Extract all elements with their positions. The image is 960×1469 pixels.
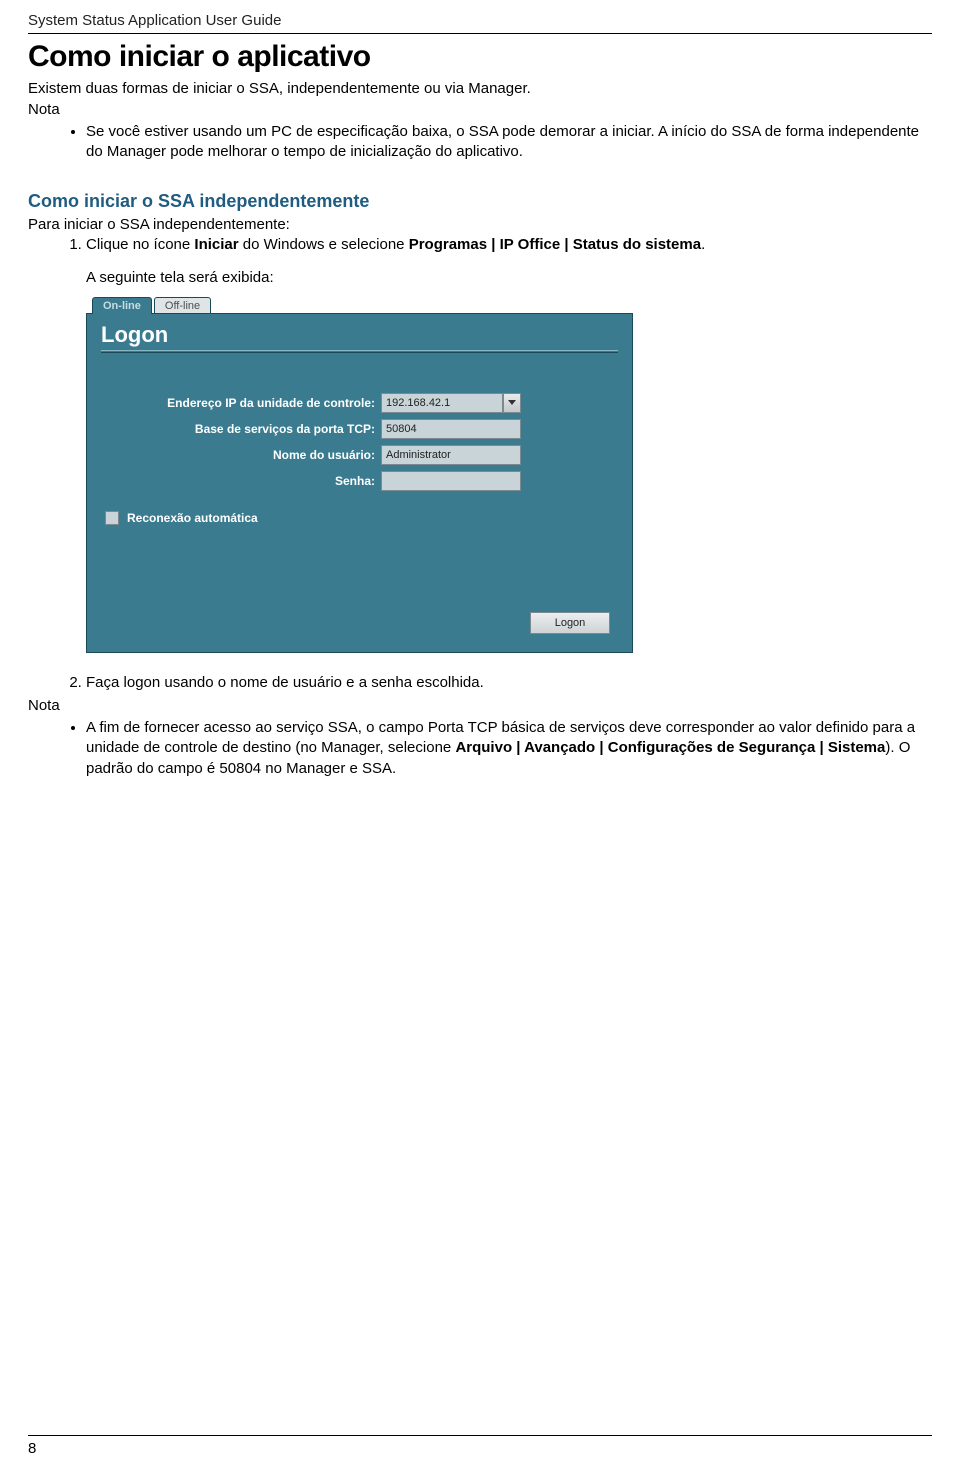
doc-header: System Status Application User Guide [28, 12, 932, 34]
step1-text-1: Clique no ícone [86, 236, 194, 253]
screen-label: A seguinte tela será exibida: [86, 269, 932, 286]
note-item-2: A fim de fornecer acesso ao serviço SSA,… [86, 718, 932, 779]
pwd-input[interactable] [381, 471, 521, 491]
port-input[interactable] [381, 419, 521, 439]
tab-online[interactable]: On-line [92, 297, 152, 314]
note2-bold: Arquivo | Avançado | Configurações de Se… [455, 739, 885, 756]
page-number: 8 [28, 1440, 932, 1457]
step1-text-2: do Windows e selecione [239, 236, 409, 253]
nota-label-2: Nota [28, 697, 932, 714]
reconnect-checkbox[interactable] [105, 511, 119, 525]
user-input[interactable] [381, 445, 521, 465]
port-label: Base de serviços da porta TCP: [101, 422, 381, 436]
tab-offline[interactable]: Off-line [154, 297, 211, 314]
ip-dropdown-button[interactable] [503, 393, 521, 413]
page-title: Como iniciar o aplicativo [28, 40, 932, 74]
chevron-down-icon [508, 400, 516, 405]
logon-title: Logon [101, 322, 618, 348]
divider-light [101, 350, 618, 351]
divider-dark [101, 352, 618, 353]
logon-screenshot: On-line Off-line Logon Endereço IP da un… [86, 296, 633, 653]
page-footer: 8 [28, 1435, 932, 1457]
ip-input[interactable] [381, 393, 503, 413]
step1-text-3: . [701, 236, 705, 253]
pwd-label: Senha: [101, 474, 381, 488]
nota-label-1: Nota [28, 101, 932, 118]
intro-text: Existem duas formas de iniciar o SSA, in… [28, 80, 932, 97]
section-intro: Para iniciar o SSA independentemente: [28, 216, 932, 233]
ip-label: Endereço IP da unidade de controle: [101, 396, 381, 410]
logon-button[interactable]: Logon [530, 612, 610, 634]
user-label: Nome do usuário: [101, 448, 381, 462]
note-item-1: Se você estiver usando um PC de especifi… [86, 122, 932, 163]
step1-bold-1: Iniciar [194, 236, 238, 253]
reconnect-label: Reconexão automática [127, 511, 258, 525]
logon-panel: Logon Endereço IP da unidade de controle… [86, 313, 633, 653]
step1-bold-2: Programas | IP Office | Status do sistem… [409, 236, 701, 253]
step-2: Faça logon usando o nome de usuário e a … [86, 673, 932, 693]
step-1: Clique no ícone Iniciar do Windows e sel… [86, 235, 932, 255]
tab-bar: On-line Off-line [86, 296, 633, 313]
section-heading: Como iniciar o SSA independentemente [28, 191, 932, 212]
